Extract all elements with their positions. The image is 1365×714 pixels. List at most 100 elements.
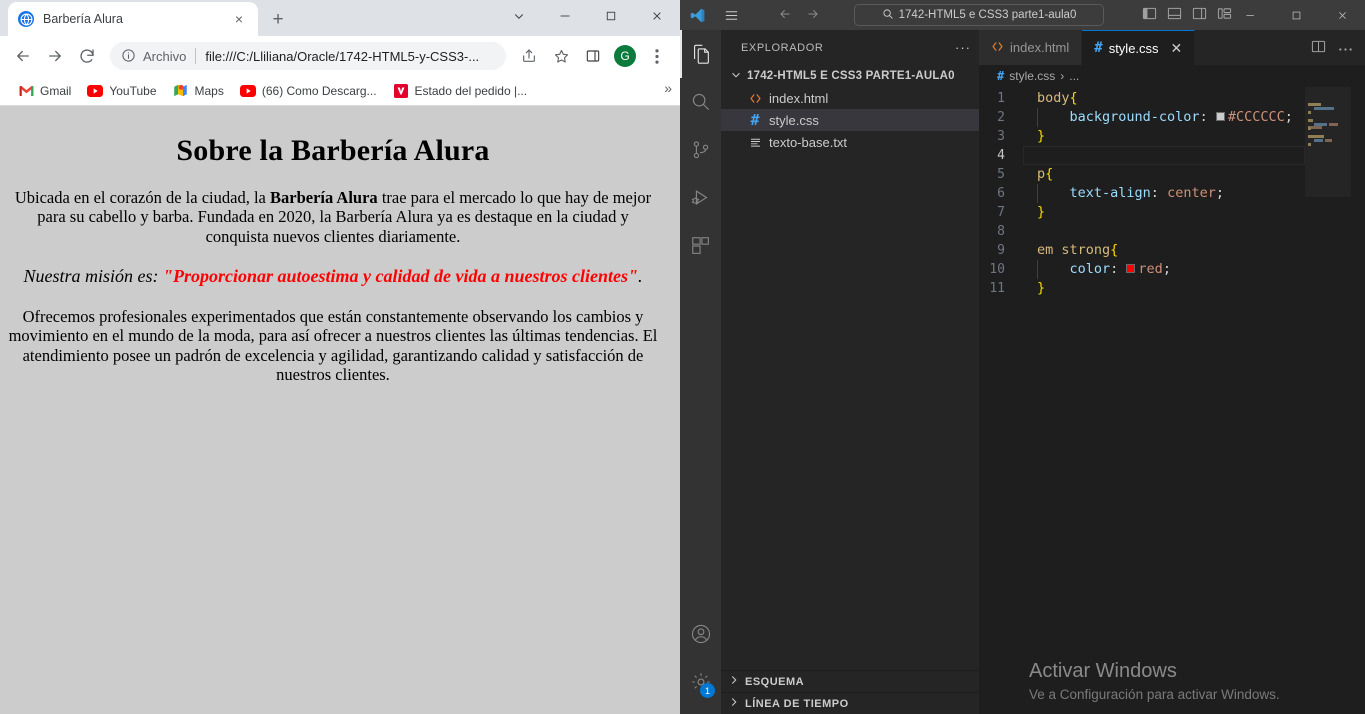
explorer-more-actions-icon[interactable]: ··· [955,40,971,55]
code-token: } [1037,204,1046,220]
bookmark-estado-pedido[interactable]: Estado del pedido |... [385,80,536,102]
vscode-back-icon[interactable] [778,7,792,24]
split-editor-icon[interactable] [1311,39,1326,57]
explorer-sidebar: EXPLORADOR ··· 1742-HTML5 E CSS3 PARTE1-… [721,30,979,714]
toggle-secondary-sidebar-icon[interactable] [1192,6,1207,24]
close-window-button[interactable] [634,0,680,32]
code-line[interactable]: 10 color: red; [979,260,1365,279]
chevron-down-icon [729,68,743,85]
code-line[interactable]: 5 p{ [979,165,1365,184]
reload-icon[interactable] [72,41,102,71]
activity-explorer[interactable] [680,30,721,78]
color-swatch[interactable] [1215,111,1225,121]
line-number: 4 [997,148,1005,163]
toggle-primary-sidebar-icon[interactable] [1142,6,1157,24]
editor-tab-index-html[interactable]: index.html [979,30,1083,65]
section-esquema[interactable]: ESQUEMA [721,670,979,692]
code-token: ; [1215,185,1224,201]
code-text: body{ [1023,89,1365,108]
color-swatch[interactable] [1126,263,1136,273]
browser-tab-title: Barbería Alura [43,12,123,26]
minimize-button[interactable] [542,0,588,32]
back-icon[interactable] [8,41,38,71]
chevron-right-icon [727,695,741,712]
close-tab-icon[interactable]: × [230,10,248,28]
breadcrumb-rest[interactable]: ... [1069,69,1079,83]
new-tab-button[interactable]: + [264,5,292,33]
code-line[interactable]: 4 [979,146,1365,165]
activity-account[interactable] [680,610,721,658]
line-number: 3 [997,129,1005,144]
more-actions-icon[interactable] [1338,40,1353,55]
bookmark-gmail[interactable]: Gmail [10,80,79,102]
file-style-css[interactable]: # style.css [721,109,979,131]
activity-search[interactable] [680,78,721,126]
chevron-right-icon [727,673,741,690]
folder-root[interactable]: 1742-HTML5 E CSS3 PARTE1-AULA0 [721,65,979,87]
vscode-body: 1 EXPLORADOR ··· 1742-HTML5 E CSS3 PARTE… [680,30,1365,714]
toggle-panel-icon[interactable] [1167,6,1182,24]
vscode-nav-arrows [778,7,820,24]
maps-icon [173,83,189,99]
editor-tabs-bar: index.html # style.css ✕ [979,30,1365,65]
html-file-icon [991,40,1004,56]
code-line[interactable]: 2 background-color: #CCCCCC; [979,108,1365,127]
share-icon[interactable] [514,41,544,71]
code-line[interactable]: 9 em strong{ [979,241,1365,260]
code-line[interactable]: 1 body{ [979,89,1365,108]
vscode-logo-icon [680,0,714,30]
code-text: text-align: center; [1023,184,1365,203]
file-texto-base-txt[interactable]: texto-base.txt [721,131,979,153]
code-editor[interactable]: 1 body{2 background-color: #CCCCCC; 3} 4 5 p{… [979,87,1365,714]
activity-source-control[interactable] [680,126,721,174]
code-token: { [1110,242,1119,258]
code-text: p{ [1023,165,1365,184]
quick-input-search[interactable]: 1742-HTML5 e CSS3 parte1-aula0 [854,4,1104,26]
code-text: } [1023,127,1365,146]
code-token: body [1037,90,1070,106]
editor-scrollbar[interactable] [1351,87,1365,714]
activity-run-and-debug[interactable] [680,174,721,222]
html-file-icon [747,92,763,105]
close-icon[interactable]: ✕ [1171,40,1183,57]
rendered-page: Sobre la Barbería Alura Ubicada en el co… [0,106,666,384]
code-line[interactable]: 11} [979,279,1365,298]
address-bar[interactable]: Archivo file:///C:/Lliliana/Oracle/1742-… [110,42,506,70]
section-linea-de-tiempo[interactable]: LÍNEA DE TIEMPO [721,692,979,714]
vscode-minimize-button[interactable] [1227,0,1273,30]
vscode-close-button[interactable] [1319,0,1365,30]
profile-avatar[interactable]: G [610,41,640,71]
omnibox-divider [195,48,197,64]
file-label: texto-base.txt [769,134,848,150]
quick-input-text: 1742-HTML5 e CSS3 parte1-aula0 [898,9,1077,21]
code-line[interactable]: 8 [979,222,1365,241]
browser-tab[interactable]: Barbería Alura × [8,2,258,36]
bookmark-youtube[interactable]: YouTube [79,80,164,102]
vscode-maximize-button[interactable] [1273,0,1319,30]
globe-icon [18,11,34,27]
breadcrumb-file[interactable]: style.css [1009,69,1055,83]
maximize-button[interactable] [588,0,634,32]
hamburger-menu-icon[interactable] [714,0,748,30]
code-token: color [1069,261,1111,277]
bookmarks-overflow-icon[interactable]: » [664,80,672,96]
tab-search-chevron-icon[interactable] [496,0,542,32]
p1-text-before: Ubicada en el corazón de la ciudad, la [14,188,270,207]
youtube-icon [87,83,104,99]
star-icon[interactable] [546,41,576,71]
code-line[interactable]: 6 text-align: center; [979,184,1365,203]
kebab-menu-icon[interactable] [642,41,672,71]
editor-tab-style-css[interactable]: # style.css ✕ [1082,30,1196,65]
activity-settings[interactable]: 1 [680,658,721,706]
bookmark-como-descargar[interactable]: (66) Como Descarg... [232,80,385,102]
forward-icon[interactable] [40,41,70,71]
vscode-forward-icon[interactable] [806,7,820,24]
file-index-html[interactable]: index.html [721,87,979,109]
activity-extensions[interactable] [680,222,721,270]
side-panel-icon[interactable] [578,41,608,71]
section-label: LÍNEA DE TIEMPO [745,697,849,710]
code-line[interactable]: 3} [979,127,1365,146]
code-line[interactable]: 7} [979,203,1365,222]
bookmark-maps[interactable]: Maps [165,80,232,102]
